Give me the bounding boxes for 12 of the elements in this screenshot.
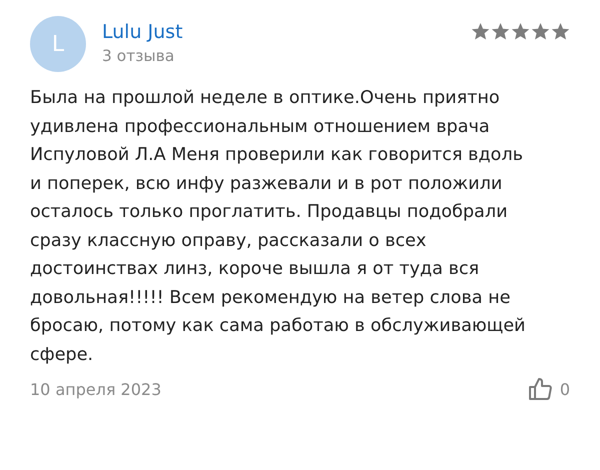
avatar: L — [30, 16, 86, 72]
review-count: 3 отзыва — [102, 46, 176, 67]
author-name[interactable]: Lulu Just — [102, 19, 471, 45]
thumbs-up-icon — [528, 377, 552, 401]
review-text: Была на прошлой неделе в оптике.Очень приятно удивлена профессиональным отношением врача Испуловой Л.А Меня проверили как говорится вдоль и поперек, всю инфу разжевали и в рот положили осталось только проглатить. Продавцы подобрали сразу классную оправу, рассказали о всех достоинствах линз, короче вышла я от туда вся довольная!!!!! Всем рекомендую на ветер слова не бросаю, потому как сама работаю в обслуживающей сфере. — [30, 87, 526, 366]
star-icon — [531, 22, 550, 41]
like-button[interactable]: 0 — [528, 377, 570, 401]
review-date: 10 апреля 2023 — [30, 380, 162, 398]
star-icon — [511, 22, 530, 41]
star-icon — [491, 22, 510, 41]
star-icon — [471, 22, 490, 41]
star-icon — [551, 22, 570, 41]
